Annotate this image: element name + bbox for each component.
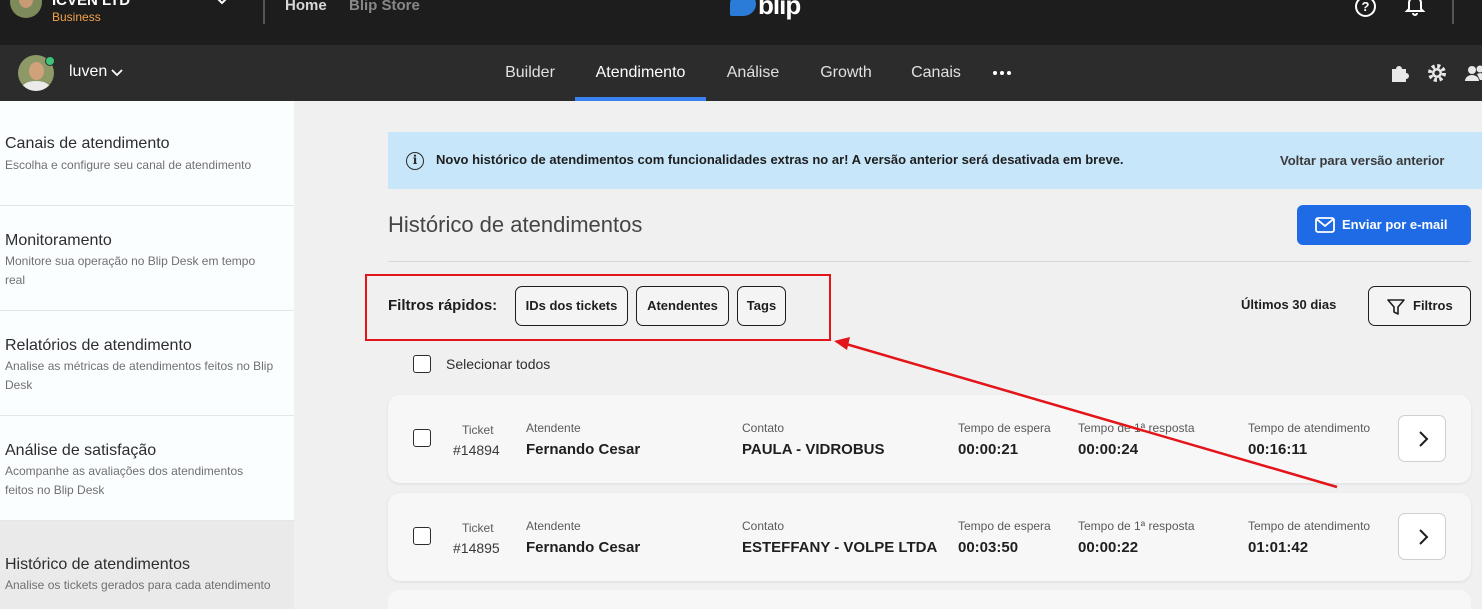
wait-time-caption: Tempo de espera [958, 519, 1051, 533]
sidebar-item-title: Canais de atendimento [5, 135, 170, 152]
org-plan: Business [52, 10, 101, 24]
sidebar-item-title: Monitoramento [5, 232, 112, 249]
agent-value: Fernando Cesar [526, 539, 641, 556]
logo-bubble-icon [730, 0, 756, 16]
logo-text: blip [758, 0, 801, 20]
wait-time-value: 00:00:21 [958, 441, 1019, 458]
sidebar: Canais de atendimento Escolha e configur… [0, 101, 294, 609]
sidebar-item-desc: Monitore sua operação no Blip Desk em te… [5, 254, 256, 287]
ticket-id: #14894 [453, 442, 500, 458]
sidebar-item-canais[interactable]: Canais de atendimento Escolha e configur… [0, 101, 294, 206]
filter-icon [1387, 299, 1405, 315]
tab-atendimento[interactable]: Atendimento [575, 45, 706, 101]
sidebar-item-desc: Analise as métricas de atendimentos feit… [5, 359, 274, 392]
agent-caption: Atendente [526, 421, 581, 435]
sidebar-item-relatorios[interactable]: Relatórios de atendimento Analise as mét… [0, 311, 294, 416]
send-email-label: Enviar por e-mail [1342, 217, 1448, 232]
sidebar-item-historico[interactable]: Histórico de atendimentos Analise os tic… [0, 521, 294, 609]
chevron-down-icon[interactable] [214, 0, 230, 8]
bell-icon[interactable] [1404, 0, 1426, 16]
ticket-card[interactable]: Ticket #14894 Atendente Fernando Cesar C… [388, 395, 1471, 483]
user-menu[interactable]: luven [69, 63, 107, 81]
users-icon[interactable] [1464, 62, 1482, 84]
chevron-right-icon [1419, 529, 1429, 545]
service-time-value: 01:01:42 [1248, 539, 1309, 556]
tab-growth[interactable]: Growth [806, 45, 886, 101]
open-ticket-button[interactable] [1398, 513, 1446, 560]
wait-time-caption: Tempo de espera [958, 421, 1051, 435]
puzzle-icon[interactable] [1388, 62, 1410, 84]
blip-logo[interactable]: blip [730, 0, 820, 22]
ticket-caption: Ticket [462, 521, 494, 535]
first-response-caption: Tempo de 1ª resposta [1078, 421, 1195, 435]
tab-canais[interactable]: Canais [896, 45, 976, 101]
sidebar-item-satisfacao[interactable]: Análise de satisfação Acompanhe as avali… [0, 416, 294, 521]
agent-caption: Atendente [526, 519, 581, 533]
info-banner: i Novo histórico de atendimentos com fun… [388, 132, 1482, 189]
agent-value: Fernando Cesar [526, 441, 641, 458]
contact-caption: Contato [742, 421, 785, 435]
ticket-card[interactable] [388, 590, 1471, 609]
wait-time-value: 00:03:50 [958, 539, 1019, 556]
top-bar: ICVEN LTD Business Home Blip Store blip … [0, 0, 1482, 45]
open-ticket-button[interactable] [1398, 415, 1446, 462]
tab-builder[interactable]: Builder [490, 45, 570, 101]
select-all-label[interactable]: Selecionar todos [446, 356, 550, 372]
first-response-value: 00:00:24 [1078, 441, 1139, 458]
filter-chip-tags[interactable]: Tags [737, 286, 786, 326]
banner-text: Novo histórico de atendimentos com funci… [436, 152, 1124, 167]
nav-bar: luven Builder Atendimento Análise Growth… [0, 45, 1482, 101]
blip-store-link[interactable]: Blip Store [349, 0, 420, 14]
sidebar-item-desc: Escolha e configure seu canal de atendim… [5, 158, 252, 172]
ticket-checkbox[interactable] [413, 429, 431, 447]
sidebar-item-title: Relatórios de atendimento [5, 337, 192, 354]
more-icon[interactable] [992, 65, 1012, 81]
sidebar-item-title: Análise de satisfação [5, 442, 157, 459]
sidebar-item-monitoramento[interactable]: Monitoramento Monitore sua operação no B… [0, 206, 294, 311]
service-time-caption: Tempo de atendimento [1248, 421, 1371, 435]
service-time-caption: Tempo de atendimento [1248, 519, 1371, 533]
first-response-caption: Tempo de 1ª resposta [1078, 519, 1195, 533]
org-name[interactable]: ICVEN LTD [52, 0, 130, 9]
mail-icon [1315, 217, 1335, 233]
help-icon[interactable]: ? [1355, 0, 1376, 17]
divider [1452, 0, 1454, 24]
divider [263, 0, 265, 24]
send-email-button[interactable]: Enviar por e-mail [1297, 205, 1471, 245]
select-all-checkbox[interactable] [413, 355, 431, 373]
home-link[interactable]: Home [285, 0, 327, 14]
ticket-caption: Ticket [462, 423, 494, 437]
previous-version-link[interactable]: Voltar para versão anterior [1280, 153, 1445, 168]
chevron-down-icon[interactable] [111, 68, 123, 78]
contact-value: ESTEFFANY - VOLPE LTDA [742, 539, 938, 556]
filter-chip-agents[interactable]: Atendentes [636, 286, 729, 326]
first-response-value: 00:00:22 [1078, 539, 1139, 556]
filter-chip-ticket-ids[interactable]: IDs dos tickets [515, 286, 628, 326]
quick-filters-label: Filtros rápidos: [388, 297, 498, 314]
ticket-card[interactable]: Ticket #14895 Atendente Fernando Cesar C… [388, 493, 1471, 581]
sidebar-item-desc: Acompanhe as avaliações dos atendimentos… [5, 464, 244, 497]
org-avatar[interactable] [10, 0, 42, 18]
chevron-right-icon [1419, 431, 1429, 447]
page-title: Histórico de atendimentos [388, 212, 643, 237]
contact-value: PAULA - VIDROBUS [742, 441, 885, 458]
sidebar-item-desc: Analise os tickets gerados para cada ate… [5, 578, 271, 592]
header-divider [388, 261, 1471, 262]
date-range[interactable]: Últimos 30 dias [1241, 297, 1336, 312]
sidebar-item-title: Histórico de atendimentos [5, 556, 190, 573]
active-tab-indicator [575, 97, 706, 101]
gear-icon[interactable] [1426, 62, 1448, 84]
ticket-checkbox[interactable] [413, 527, 431, 545]
info-icon: i [406, 152, 424, 170]
ticket-id: #14895 [453, 540, 500, 556]
service-time-value: 00:16:11 [1248, 441, 1308, 458]
tab-analise[interactable]: Análise [713, 45, 793, 101]
filters-button[interactable]: Filtros [1368, 286, 1471, 326]
filters-label: Filtros [1413, 298, 1453, 313]
online-status-icon [45, 56, 55, 66]
contact-caption: Contato [742, 519, 785, 533]
